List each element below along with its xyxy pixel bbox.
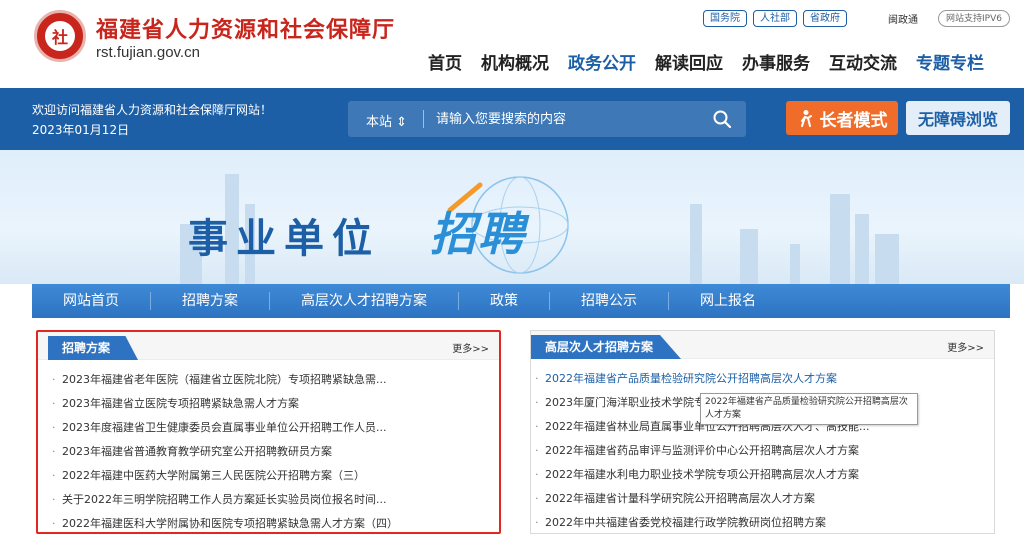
subnav-policy[interactable]: 政策 bbox=[459, 292, 550, 310]
emblem-inner: 社 bbox=[45, 21, 75, 51]
welcome-block: 欢迎访问福建省人力资源和社会保障厅网站！ 2023年01月12日 bbox=[32, 100, 272, 140]
skyline-tower bbox=[790, 244, 800, 284]
panel-title[interactable]: 招聘方案 bbox=[48, 336, 139, 360]
skyline-tower bbox=[830, 194, 850, 284]
list-item[interactable]: 2022年福建省药品审评与监测评价中心公开招聘高层次人才方案 bbox=[533, 439, 982, 463]
ipv6-badge: 网站支持IPV6 bbox=[938, 10, 1010, 27]
elder-person-icon bbox=[800, 110, 812, 127]
skyline-tower bbox=[690, 204, 702, 284]
search-scope-select[interactable]: 本站 ⇕ bbox=[366, 111, 407, 130]
link-mohrss[interactable]: 人社部 bbox=[753, 10, 797, 27]
list-item[interactable]: 2023年福建省普通教育教学研究室公开招聘教研员方案 bbox=[50, 440, 487, 464]
talent-plans-panel: 高层次人才招聘方案 更多>> 2022年福建省产品质量检验研究院公开招聘高层次人… bbox=[530, 330, 995, 534]
section-nav: 网站首页 招聘方案 高层次人才招聘方案 政策 招聘公示 网上报名 bbox=[32, 284, 1010, 318]
subnav-announcements[interactable]: 招聘公示 bbox=[550, 292, 669, 310]
list-item[interactable]: 2022年福建中医药大学附属第三人民医院公开招聘方案（三） bbox=[50, 464, 487, 488]
list-item[interactable]: 2023年福建省老年医院（福建省立医院北院）专项招聘紧缺急需... bbox=[50, 368, 487, 392]
emblem-logo-icon[interactable]: 社 bbox=[34, 10, 86, 62]
subnav-online-signup[interactable]: 网上报名 bbox=[669, 292, 787, 310]
site-header: 社 福建省人力资源和社会保障厅 rst.fujian.gov.cn 国务院 人社… bbox=[0, 0, 1024, 88]
list-item[interactable]: 2022年中共福建省委党校福建行政学院教研岗位招聘方案 bbox=[533, 511, 982, 534]
main-nav: 首页 机构概况 政务公开 解读回应 办事服务 互动交流 专题专栏 bbox=[428, 49, 984, 74]
subnav-home[interactable]: 网站首页 bbox=[32, 292, 151, 310]
link-minzhengtong[interactable]: 闽政通 bbox=[888, 11, 918, 26]
current-date: 2023年01月12日 bbox=[32, 123, 130, 137]
elder-mode-label: 长者模式 bbox=[819, 110, 888, 131]
panel-title[interactable]: 高层次人才招聘方案 bbox=[531, 335, 682, 359]
link-province-gov[interactable]: 省政府 bbox=[803, 10, 847, 27]
subnav-plans[interactable]: 招聘方案 bbox=[151, 292, 270, 310]
site-name[interactable]: 福建省人力资源和社会保障厅 bbox=[96, 12, 395, 44]
list-item[interactable]: 2022年福建医科大学附属协和医院专项招聘紧缺急需人才方案（四） bbox=[50, 512, 487, 534]
search-divider bbox=[423, 110, 424, 128]
search-input[interactable] bbox=[436, 109, 686, 129]
search-bar: 本站 ⇕ bbox=[348, 101, 746, 137]
recruitment-banner: 事业单位 招聘 bbox=[0, 150, 1024, 284]
nav-topics[interactable]: 专题专栏 bbox=[916, 49, 984, 74]
list-item[interactable]: 关于2022年三明学院招聘工作人员方案延长实验员岗位报名时间... bbox=[50, 488, 487, 512]
sort-arrows-icon: ⇕ bbox=[396, 115, 408, 130]
banner-title-main: 事业单位 bbox=[188, 216, 380, 262]
list-item[interactable]: 2023年福建省立医院专项招聘紧缺急需人才方案 bbox=[50, 392, 487, 416]
nav-about[interactable]: 机构概况 bbox=[481, 49, 549, 74]
welcome-text: 欢迎访问福建省人力资源和社会保障厅网站！ bbox=[32, 103, 273, 117]
nav-services[interactable]: 办事服务 bbox=[742, 49, 810, 74]
skyline-tower bbox=[875, 234, 899, 284]
list-item[interactable]: 2023年度福建省卫生健康委员会直属事业单位公开招聘工作人员... bbox=[50, 416, 487, 440]
list-item[interactable]: 2022年福建省计量科学研究院公开招聘高层次人才方案 bbox=[533, 487, 982, 511]
more-link[interactable]: 更多>> bbox=[947, 339, 984, 354]
elder-mode-button[interactable]: 长者模式 bbox=[786, 101, 898, 135]
site-domain: rst.fujian.gov.cn bbox=[96, 44, 200, 61]
more-link[interactable]: 更多>> bbox=[452, 340, 489, 355]
panel-header: 高层次人才招聘方案 更多>> bbox=[531, 331, 994, 359]
nav-interaction[interactable]: 互动交流 bbox=[829, 49, 897, 74]
banner-title-accent: 招聘 bbox=[430, 207, 526, 261]
accessibility-button[interactable]: 无障碍浏览 bbox=[906, 101, 1010, 135]
link-state-council[interactable]: 国务院 bbox=[703, 10, 747, 27]
plans-list: 2023年福建省老年医院（福建省立医院北院）专项招聘紧缺急需... 2023年福… bbox=[50, 368, 487, 534]
panel-header: 招聘方案 更多>> bbox=[38, 332, 499, 360]
subnav-talent-plans[interactable]: 高层次人才招聘方案 bbox=[270, 292, 459, 310]
top-links: 国务院 人社部 省政府 bbox=[703, 10, 847, 27]
nav-home[interactable]: 首页 bbox=[428, 49, 462, 74]
skyline-tower bbox=[740, 229, 758, 284]
top-blue-bar: 欢迎访问福建省人力资源和社会保障厅网站！ 2023年01月12日 本站 ⇕ 长者… bbox=[0, 88, 1024, 150]
list-item[interactable]: 2022年福建水利电力职业技术学院专项公开招聘高层次人才方案 bbox=[533, 463, 982, 487]
search-icon[interactable] bbox=[712, 109, 732, 129]
nav-interpretation[interactable]: 解读回应 bbox=[655, 49, 723, 74]
recruitment-plans-panel: 招聘方案 更多>> 2023年福建省老年医院（福建省立医院北院）专项招聘紧缺急需… bbox=[36, 330, 501, 534]
search-scope-label: 本站 bbox=[366, 115, 393, 130]
list-item[interactable]: 2022年福建省产品质量检验研究院公开招聘高层次人才方案 bbox=[533, 367, 982, 391]
skyline-tower bbox=[855, 214, 869, 284]
nav-gov-affairs[interactable]: 政务公开 bbox=[568, 49, 636, 74]
hover-tooltip: 2022年福建省产品质量检验研究院公开招聘高层次人才方案 bbox=[700, 393, 918, 425]
